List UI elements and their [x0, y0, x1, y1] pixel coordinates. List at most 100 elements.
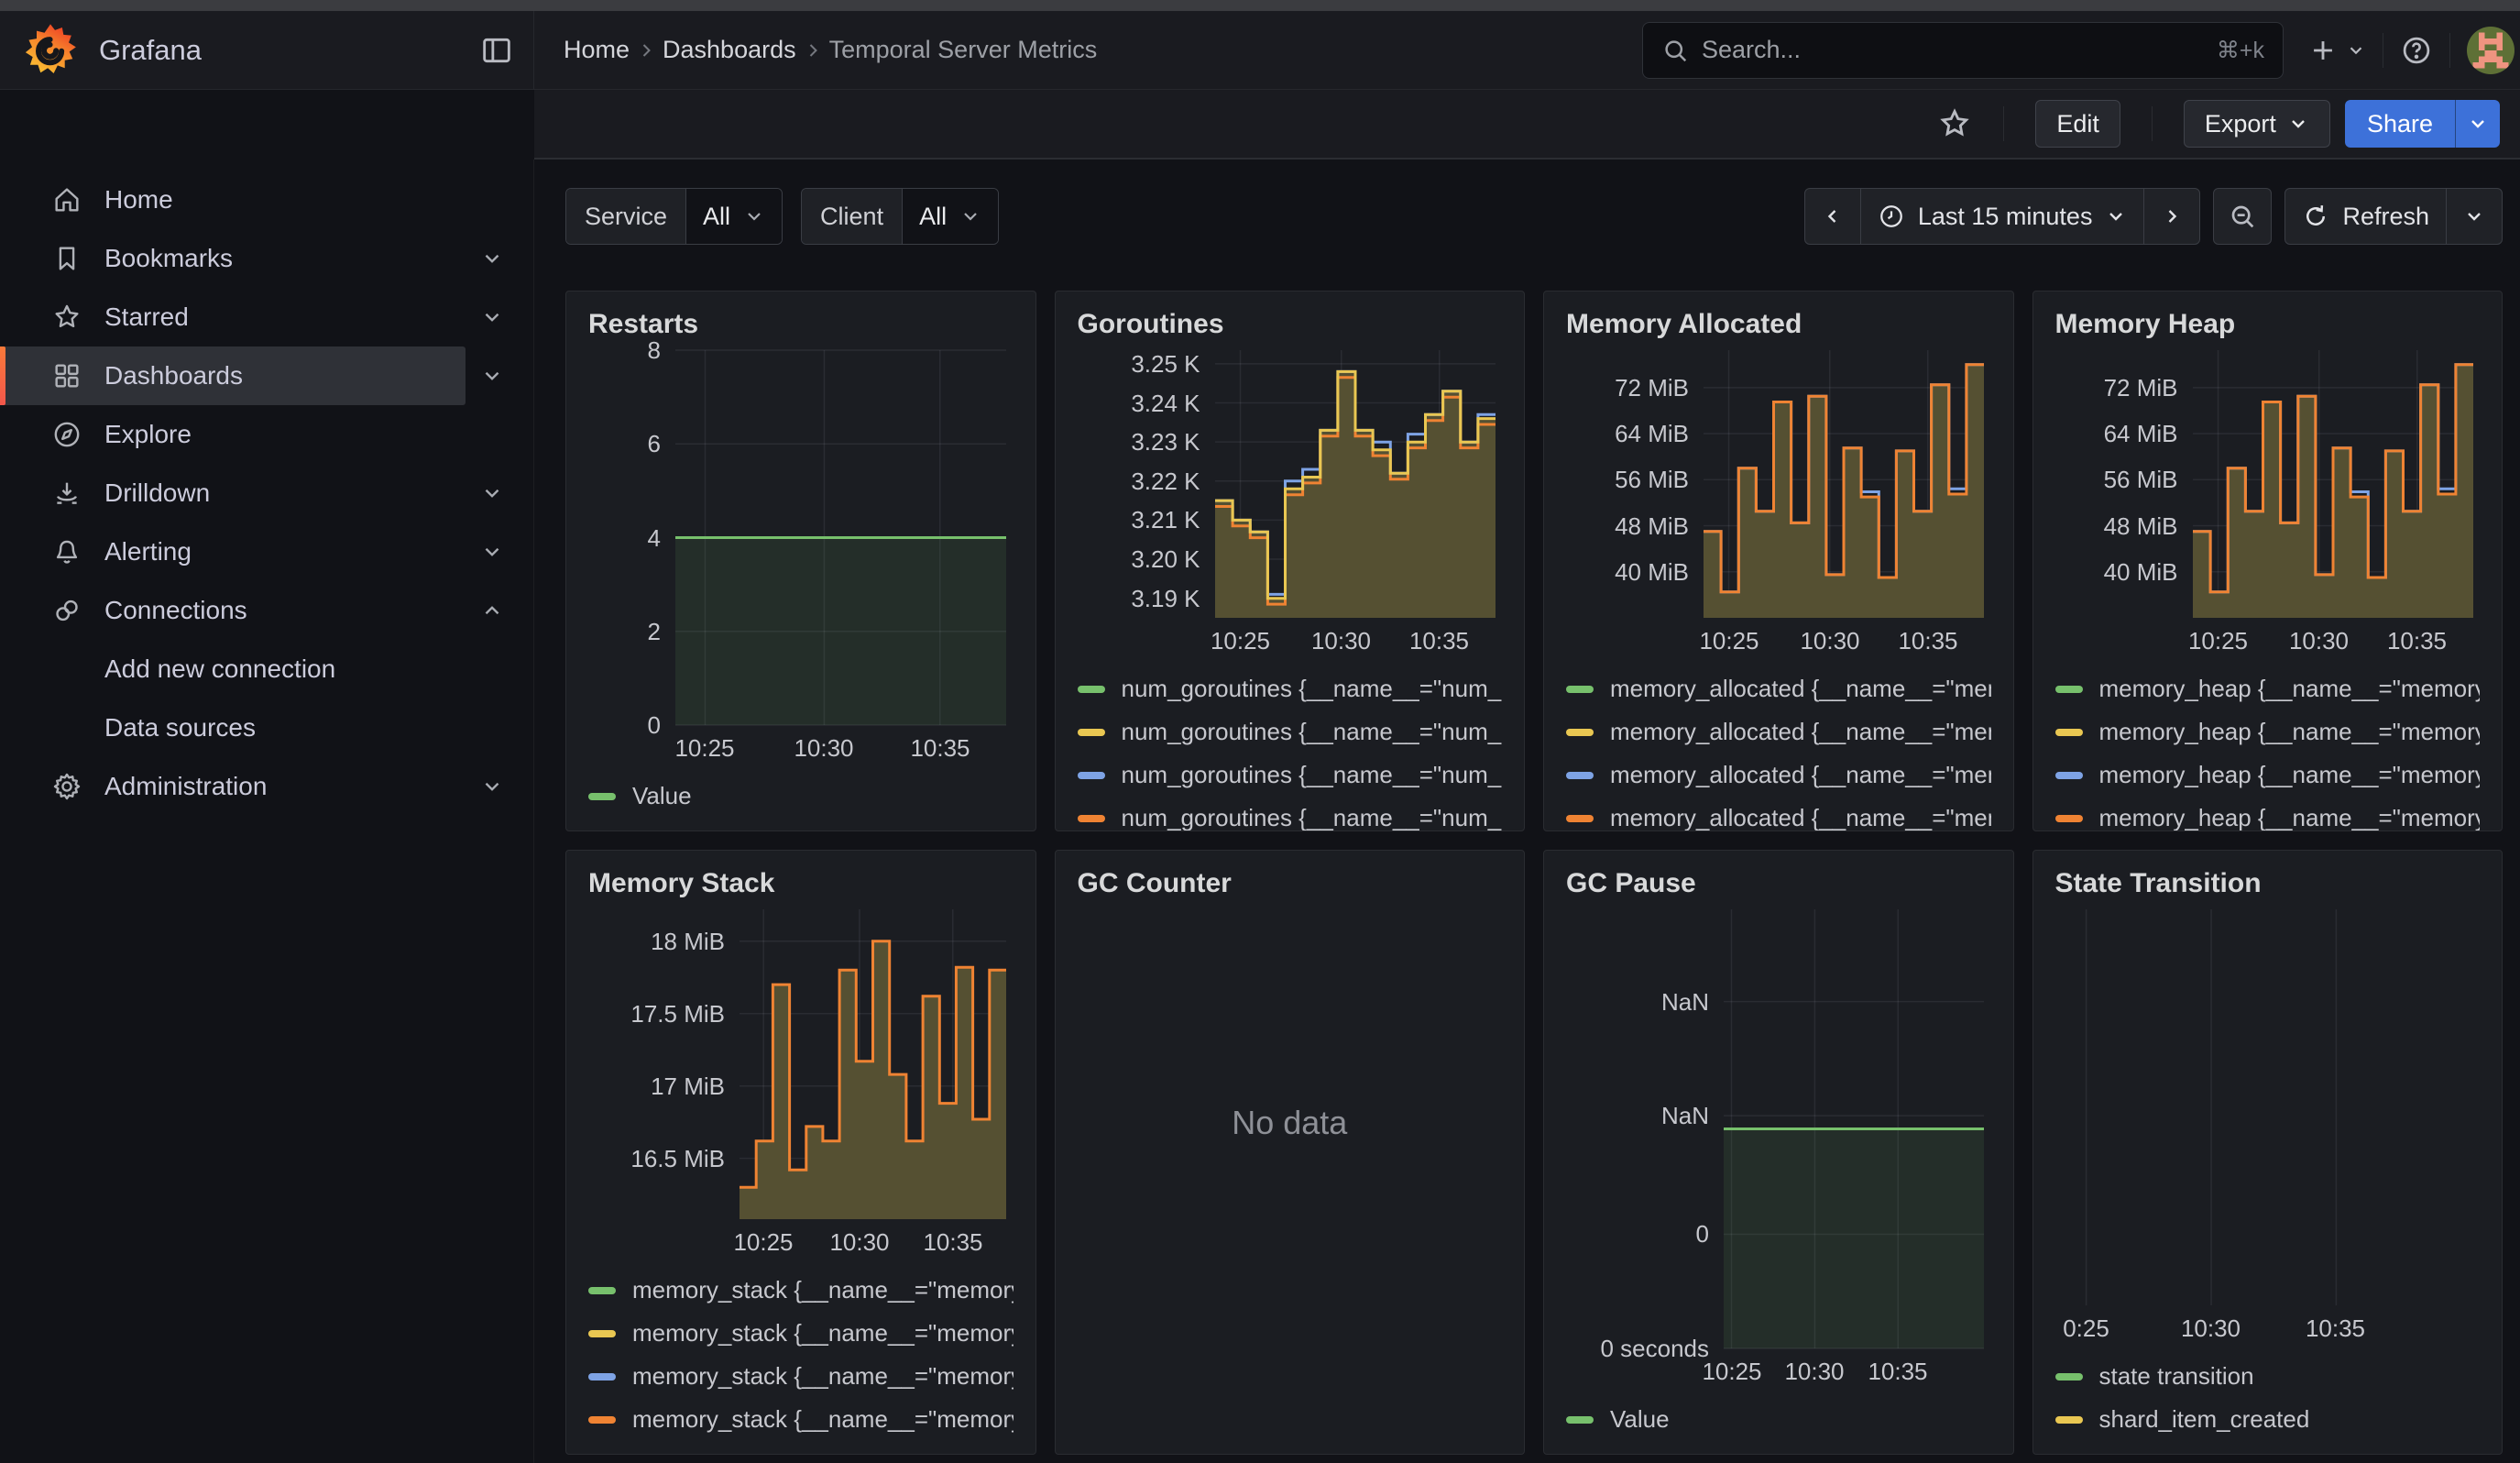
sidebar-item-add-new-connection[interactable]: Add new connection — [0, 640, 466, 698]
sidebar-item-home[interactable]: Home — [0, 170, 466, 229]
legend-item[interactable]: memory_allocated {__name__="memc — [1566, 710, 1991, 754]
time-range-picker[interactable]: Last 15 minutes — [1860, 189, 2144, 244]
time-range-label: Last 15 minutes — [1918, 203, 2093, 231]
legend-item[interactable]: memory_allocated {__name__="memc — [1566, 667, 1991, 710]
legend-item[interactable]: memory_heap {__name__="memory_h — [2055, 797, 2481, 831]
sidebar-item-alerting[interactable]: Alerting — [0, 522, 466, 581]
legend-item[interactable]: shard_item_created — [2055, 1398, 2481, 1441]
chart-gc-pause[interactable]: NaNNaN00 seconds10:2510:3010:35 — [1566, 909, 1991, 1391]
panel-title[interactable]: GC Pause — [1566, 865, 1991, 902]
panel-title[interactable]: GC Counter — [1078, 865, 1503, 902]
time-forward-button[interactable] — [2143, 189, 2199, 244]
legend-item[interactable]: memory_stack {__name__="memory_s — [588, 1355, 1013, 1398]
chart-restarts[interactable]: 8642010:2510:3010:35 — [588, 350, 1013, 767]
search-icon — [1661, 37, 1689, 64]
filter-label: Client — [802, 189, 902, 244]
legend-item[interactable]: memory_heap {__name__="memory_h — [2055, 754, 2481, 797]
refresh-label: Refresh — [2342, 203, 2429, 231]
sidebar-item-starred[interactable]: Starred — [0, 288, 466, 346]
chevron-down-icon[interactable] — [480, 305, 504, 329]
export-button[interactable]: Export — [2184, 100, 2330, 148]
sidebar-item-connections[interactable]: Connections — [0, 581, 466, 640]
drilldown-icon — [51, 478, 82, 509]
panel-title[interactable]: State Transition — [2055, 865, 2481, 902]
legend-item[interactable]: memory_heap {__name__="memory_h — [2055, 667, 2481, 710]
legend-label: Value — [1610, 1405, 1670, 1434]
chart-goroutines[interactable]: 3.25 K3.24 K3.23 K3.22 K3.21 K3.20 K3.19… — [1078, 350, 1503, 660]
y-axis-tick: 17.5 MiB — [588, 1000, 725, 1028]
legend-item[interactable]: num_goroutines {__name__="num_go — [1078, 710, 1503, 754]
share-button[interactable]: Share — [2345, 100, 2455, 148]
legend-item[interactable]: num_goroutines {__name__="num_go — [1078, 667, 1503, 710]
sidebar-item-label: Connections — [104, 596, 247, 625]
legend-item[interactable]: memory_allocated {__name__="memc — [1566, 797, 1991, 831]
breadcrumb-item-dashboards[interactable]: Dashboards — [663, 36, 796, 64]
sidebar-item-label: Administration — [104, 772, 267, 801]
refresh-interval-button[interactable] — [2446, 189, 2502, 244]
chevron-up-icon[interactable] — [480, 599, 504, 622]
sidebar-item-explore[interactable]: Explore — [0, 405, 466, 464]
legend-color-marker — [2055, 815, 2083, 822]
legend-item[interactable]: num_goroutines {__name__="num_go — [1078, 754, 1503, 797]
chevron-down-icon[interactable] — [480, 540, 504, 564]
filter-client[interactable]: Client All — [801, 188, 999, 245]
legend-item[interactable]: memory_allocated {__name__="memc — [1566, 754, 1991, 797]
sidebar-item-drilldown[interactable]: Drilldown — [0, 464, 466, 522]
panel-title[interactable]: Goroutines — [1078, 306, 1503, 343]
y-axis-tick: 72 MiB — [1566, 374, 1689, 402]
chevron-down-icon[interactable] — [480, 775, 504, 798]
filter-service[interactable]: Service All — [565, 188, 783, 245]
user-avatar[interactable] — [2467, 27, 2515, 74]
grafana-logo-icon[interactable] — [24, 23, 77, 78]
zoom-out-button[interactable] — [2213, 188, 2272, 245]
filter-value-dropdown[interactable]: All — [902, 189, 998, 244]
breadcrumb-item-home[interactable]: Home — [564, 36, 630, 64]
edit-button[interactable]: Edit — [2035, 100, 2120, 148]
sidebar-item-data-sources[interactable]: Data sources — [0, 698, 466, 757]
chevron-down-icon[interactable] — [480, 247, 504, 270]
x-axis-tick: 10:25 — [1679, 627, 1780, 655]
sidebar-toggle-icon[interactable] — [478, 32, 515, 69]
legend-item[interactable]: memory_stack {__name__="memory_s — [588, 1398, 1013, 1441]
y-axis-tick: 16.5 MiB — [588, 1145, 725, 1172]
sidebar-item-administration[interactable]: Administration — [0, 757, 466, 816]
panel-title[interactable]: Memory Heap — [2055, 306, 2481, 343]
y-axis-tick: 48 MiB — [1566, 512, 1689, 540]
chevron-down-icon[interactable] — [480, 364, 504, 388]
add-new-button[interactable] — [2307, 35, 2366, 66]
chart-state-transition[interactable]: 0:2510:3010:35 — [2055, 909, 2481, 1348]
chart-canvas — [2070, 909, 2473, 1305]
legend-item[interactable]: memory_stack {__name__="memory_s — [588, 1312, 1013, 1355]
legend-item[interactable]: Value — [1566, 1398, 1991, 1441]
sidebar-item-bookmarks[interactable]: Bookmarks — [0, 229, 466, 288]
share-dropdown-button[interactable] — [2455, 100, 2500, 148]
x-axis-tick: 10:25 — [713, 1228, 814, 1257]
x-axis-tick: 10:35 — [1389, 627, 1490, 655]
x-axis-tick: 10:30 — [2161, 1314, 2262, 1343]
legend-item[interactable]: Value — [588, 775, 1013, 818]
legend: state transitionshard_item_created — [2055, 1348, 2481, 1454]
sidebar-item-dashboards[interactable]: Dashboards — [0, 346, 466, 405]
legend-item[interactable]: memory_stack {__name__="memory_s — [588, 1269, 1013, 1312]
legend-item[interactable]: state transition — [2055, 1355, 2481, 1398]
legend-label: memory_allocated {__name__="memc — [1610, 804, 1991, 831]
filter-value-dropdown[interactable]: All — [685, 189, 782, 244]
y-axis-tick: 3.22 K — [1078, 468, 1200, 495]
time-back-button[interactable] — [1805, 189, 1860, 244]
chart-memory-allocated[interactable]: 72 MiB64 MiB56 MiB48 MiB40 MiB10:2510:30… — [1566, 350, 1991, 660]
legend-label: num_goroutines {__name__="num_go — [1122, 718, 1503, 746]
chart-memory-heap[interactable]: 72 MiB64 MiB56 MiB48 MiB40 MiB10:2510:30… — [2055, 350, 2481, 660]
panel-title[interactable]: Memory Allocated — [1566, 306, 1991, 343]
favorite-star-icon[interactable] — [1937, 106, 1972, 141]
legend-item[interactable]: num_goroutines {__name__="num_go — [1078, 797, 1503, 831]
chart-memory-stack[interactable]: 18 MiB17.5 MiB17 MiB16.5 MiB10:2510:3010… — [588, 909, 1013, 1261]
legend-item[interactable]: memory_heap {__name__="memory_h — [2055, 710, 2481, 754]
panel-title[interactable]: Memory Stack — [588, 865, 1013, 902]
help-icon[interactable] — [2400, 34, 2433, 67]
legend-color-marker — [2055, 686, 2083, 693]
chevron-down-icon[interactable] — [480, 481, 504, 505]
search-input[interactable]: Search... ⌘+k — [1642, 22, 2284, 79]
y-axis-tick: 64 MiB — [2055, 420, 2178, 447]
refresh-button[interactable]: Refresh — [2285, 189, 2446, 244]
dashboard-actions-bar: Edit Export Share — [534, 90, 2520, 160]
